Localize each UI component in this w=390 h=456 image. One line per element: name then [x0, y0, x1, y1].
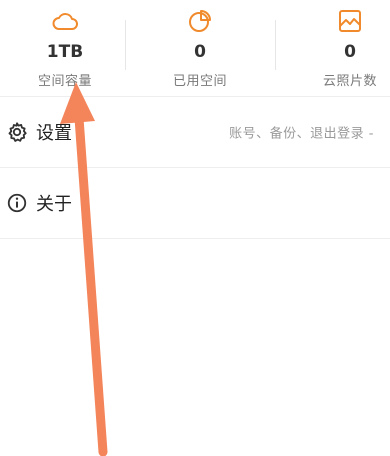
menu-item-about[interactable]: 关于	[0, 168, 390, 238]
stat-photos-label: 云照片数	[322, 74, 377, 89]
info-icon	[7, 193, 27, 213]
menu-item-settings[interactable]: 设置 账号、备份、退出登录 -	[0, 97, 390, 167]
stat-capacity[interactable]: 1TB 空间容量	[0, 0, 130, 96]
divider	[0, 238, 390, 239]
stat-used-label: 已用空间	[172, 74, 227, 89]
stat-used[interactable]: 0 已用空间	[135, 0, 265, 96]
pie-chart-icon	[189, 10, 211, 32]
storage-stats: 1TB 空间容量 0 已用空间 0 云照片数	[0, 0, 390, 96]
cloud-icon	[52, 13, 78, 30]
stat-capacity-value: 1TB	[46, 42, 84, 62]
gear-icon	[8, 122, 27, 142]
stat-divider	[125, 20, 126, 70]
settings-label: 设置	[36, 123, 72, 144]
settings-description: 账号、备份、退出登录 -	[229, 126, 374, 142]
about-label: 关于	[36, 194, 72, 215]
stat-capacity-label: 空间容量	[37, 74, 92, 89]
stat-photos[interactable]: 0 云照片数	[285, 0, 390, 96]
stat-divider	[275, 20, 276, 70]
profile-page: 1TB 空间容量 0 已用空间 0 云照片数 设置 账号、备份、退出登录 - 关…	[0, 0, 390, 456]
stat-used-value: 0	[194, 42, 206, 62]
photo-icon	[339, 10, 361, 32]
stat-photos-value: 0	[344, 42, 356, 62]
